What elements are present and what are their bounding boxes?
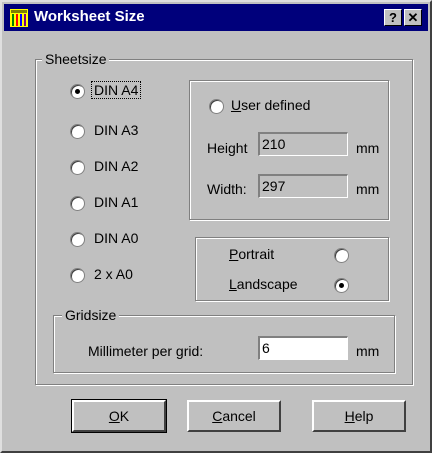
portrait-mnemonic: P <box>229 246 239 262</box>
millimeter-per-grid-input[interactable]: 6 <box>258 336 348 360</box>
radio-din-a4[interactable] <box>70 84 85 99</box>
help-title-button[interactable]: ? <box>384 9 402 26</box>
help-label-rest: elp <box>354 408 374 424</box>
help-button[interactable]: Help <box>312 400 406 432</box>
height-unit: mm <box>356 140 380 156</box>
sheetsize-group-label: Sheetsize <box>42 51 110 67</box>
title-bar[interactable]: Worksheet Size ? ✕ <box>4 4 428 31</box>
radio-din-a2[interactable] <box>70 160 85 175</box>
radio-din-a4-label[interactable]: DIN A4 <box>91 81 142 99</box>
app-icon <box>10 9 28 27</box>
cancel-label-rest: ancel <box>222 408 256 424</box>
radio-din-a1[interactable] <box>70 196 85 211</box>
close-title-button[interactable]: ✕ <box>404 9 422 26</box>
height-input[interactable]: 210 <box>258 132 348 156</box>
radio-din-a0[interactable] <box>70 232 85 247</box>
radio-user-defined-label[interactable]: User defined <box>231 97 310 113</box>
portrait-label[interactable]: Portrait <box>229 246 274 262</box>
radio-user-defined[interactable] <box>209 99 224 114</box>
landscape-label-rest: andscape <box>236 276 298 292</box>
help-mnemonic: H <box>344 408 355 424</box>
gridsize-unit: mm <box>356 343 380 359</box>
din-a4-label-text: DIN A4 <box>91 81 142 99</box>
radio-din-a3[interactable] <box>70 124 85 139</box>
landscape-mnemonic: L <box>229 276 237 292</box>
millimeter-per-grid-label: Millimeter per grid: <box>88 343 204 359</box>
ok-button[interactable]: OK <box>71 399 167 433</box>
gridsize-group-label: Gridsize <box>62 307 120 323</box>
radio-din-a1-label[interactable]: DIN A1 <box>94 194 138 210</box>
ok-label-rest: K <box>119 408 130 424</box>
width-label: Width: <box>207 181 247 197</box>
landscape-label[interactable]: Landscape <box>229 276 298 292</box>
radio-2xa0-label[interactable]: 2 x A0 <box>94 266 133 282</box>
portrait-label-rest: ortrait <box>238 246 275 262</box>
user-defined-mnemonic: U <box>231 97 242 113</box>
worksheet-size-dialog: Worksheet Size ? ✕ Sheetsize DIN A4 DIN … <box>0 0 432 453</box>
window-title: Worksheet Size <box>34 8 145 25</box>
radio-din-a3-label[interactable]: DIN A3 <box>94 122 138 138</box>
radio-landscape[interactable] <box>334 278 349 293</box>
user-defined-label-rest: ser defined <box>241 97 311 113</box>
height-label: Height <box>207 140 248 156</box>
radio-2xa0[interactable] <box>70 268 85 283</box>
ok-mnemonic: O <box>108 408 120 424</box>
cancel-button[interactable]: Cancel <box>187 400 281 432</box>
width-input[interactable]: 297 <box>258 174 348 198</box>
width-unit: mm <box>356 181 380 197</box>
radio-din-a0-label[interactable]: DIN A0 <box>94 230 138 246</box>
radio-portrait[interactable] <box>334 248 349 263</box>
radio-din-a2-label[interactable]: DIN A2 <box>94 158 138 174</box>
cancel-mnemonic: C <box>212 408 223 424</box>
